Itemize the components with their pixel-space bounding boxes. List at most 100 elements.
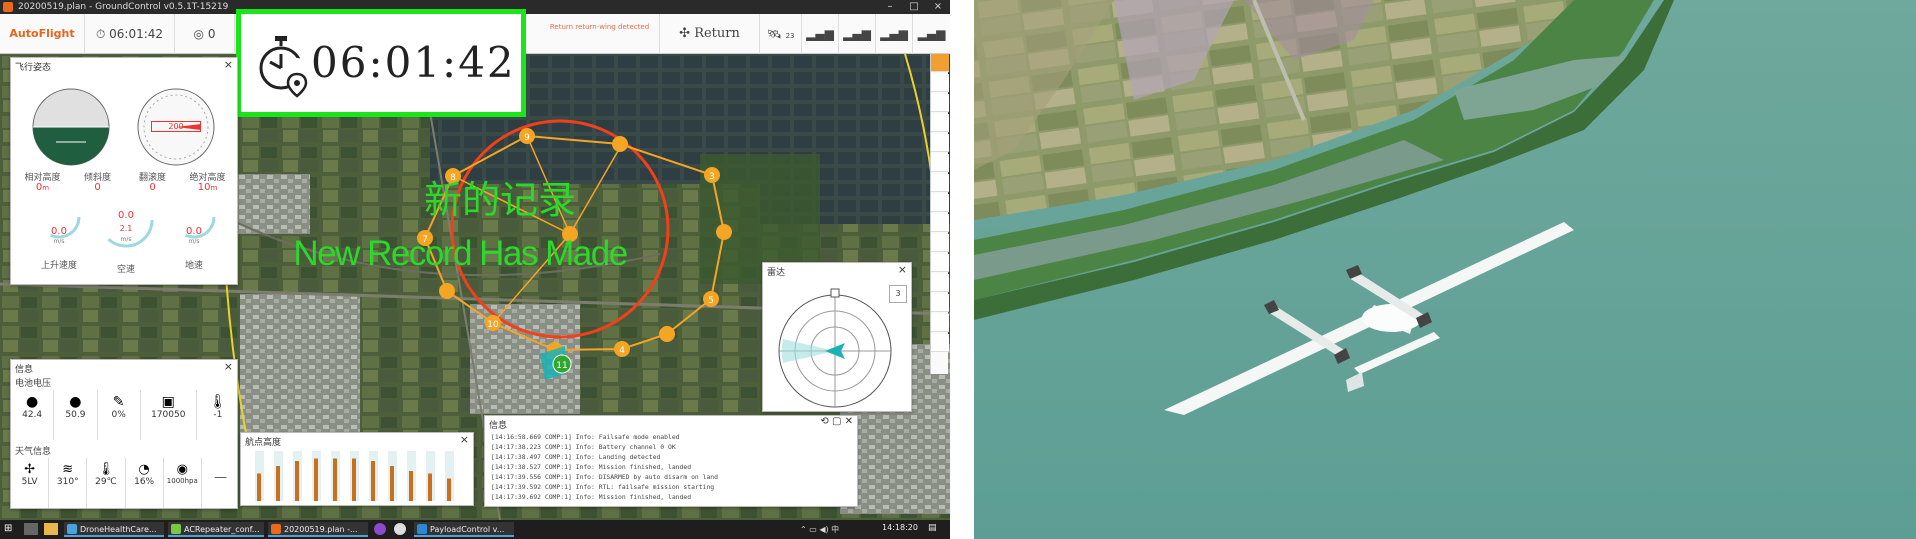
radar-panel: 雷达 × 3	[762, 262, 912, 412]
new-record-chinese: 新的记录	[423, 178, 576, 222]
waypoint-label: 11	[556, 361, 567, 371]
takeoff-button[interactable]	[931, 134, 949, 152]
status-warning[interactable]: Return return-wing detected	[540, 14, 660, 54]
land-button[interactable]	[931, 154, 949, 172]
play-button[interactable]	[931, 174, 949, 192]
signal-icon: ▂▄▆	[843, 27, 871, 41]
altitude-bar	[295, 461, 299, 501]
log-panel-controls[interactable]: ⟲ ▢ ✕	[820, 416, 853, 427]
waypoint-label: 3	[709, 172, 715, 182]
app-icon-purple[interactable]	[374, 523, 386, 535]
roll-value: 0	[149, 182, 156, 193]
taskbar-item-acrepeater[interactable]: ACRepeater_conf...	[168, 522, 264, 537]
warning-button[interactable]	[931, 274, 949, 292]
groundspeed-unit: m/s	[188, 238, 200, 245]
split-divider	[950, 0, 974, 539]
toolbar-timer[interactable]: ⏱ 06:01:42	[85, 14, 175, 54]
maximize-button[interactable]: □	[902, 0, 926, 14]
climb-rate-label: 上升速度	[40, 261, 77, 271]
droplet-icon: ◔	[138, 462, 150, 477]
gauge-icon: ◉	[176, 462, 188, 477]
search-icon[interactable]	[24, 523, 38, 535]
altitude-bar	[257, 473, 261, 501]
info-panel-close-button[interactable]: ×	[224, 360, 233, 373]
altitude-bar	[314, 458, 318, 501]
gps-status[interactable]: 🛰 23	[760, 14, 802, 54]
return-label: Return	[694, 26, 740, 41]
radar-scale-value[interactable]: 3	[889, 285, 907, 303]
zoom-out-button[interactable]	[931, 214, 949, 232]
thermometer-icon: 🌡	[97, 462, 115, 477]
tray-icons[interactable]: ⌃ ▭ ◀) 中	[800, 524, 860, 536]
app-icon	[3, 2, 13, 12]
clear-button[interactable]	[931, 254, 949, 272]
humidity-cell: ◔ 16%	[126, 458, 164, 508]
lock-button[interactable]	[931, 114, 949, 132]
taskbar-item-dronehealthcare[interactable]: DroneHealthCare...	[64, 522, 164, 537]
satellite-icon: 🛰	[766, 27, 782, 41]
log-panel-title: 信息	[489, 421, 508, 431]
attitude-panel-close-button[interactable]: ×	[224, 58, 233, 71]
fan-icon: ✢	[24, 462, 36, 477]
zoom-in-button[interactable]	[931, 194, 949, 212]
power-icon: ●	[69, 394, 82, 410]
bolt-icon: ●	[26, 394, 39, 410]
return-button[interactable]: ✣ Return	[660, 14, 760, 54]
home-button[interactable]	[931, 314, 949, 332]
center-button[interactable]	[931, 234, 949, 252]
user-button[interactable]	[931, 294, 949, 312]
climb-rate-value: 0.0	[51, 226, 67, 237]
log-line: [14:17:39.556 COMP:1] Info: DISARMED by …	[491, 473, 719, 481]
layers-button[interactable]	[931, 74, 949, 92]
signal-strength-4[interactable]: ▂▄▆	[913, 14, 950, 54]
close-window-button[interactable]: ×	[926, 0, 950, 14]
battery-section-label: 电池电压	[15, 379, 52, 389]
signal-strength-2[interactable]: ▂▄▆	[839, 14, 876, 54]
start-button[interactable]: ⊞	[4, 523, 16, 535]
app-icon-white[interactable]	[394, 523, 406, 535]
absolute-altitude-value: 10m	[197, 182, 218, 193]
weather-section-label: 天气信息	[15, 447, 52, 457]
pressure-cell: ◉ 1000hpa	[164, 458, 202, 508]
log-line: [14:17:38.527 COMP:1] Info: Mission fini…	[491, 463, 692, 471]
new-record-english: New Record Has Made	[293, 234, 628, 273]
signal-strength-1[interactable]: ▂▄▆	[802, 14, 839, 54]
wind-level-cell: ✢ 5LV	[11, 458, 50, 508]
plan-button[interactable]	[931, 94, 949, 112]
airspeed-value: 0.0	[118, 210, 134, 221]
minimize-button[interactable]: –	[878, 0, 902, 14]
airspeed-unit: m/s	[120, 236, 132, 243]
folder-icon[interactable]	[44, 523, 58, 535]
window-title: 20200519.plan - GroundControl v0.5.1T-15…	[18, 2, 229, 12]
signal-strength-3[interactable]: ▂▄▆	[876, 14, 913, 54]
settings-button[interactable]	[931, 334, 949, 352]
taskbar-clock: 14:18:20	[882, 523, 918, 532]
extra-cell: —	[213, 470, 227, 485]
battery-row: ● 42.4 ● 50.9 ✎ 0% ▣ 170050 🌡 -1	[11, 390, 239, 440]
power-cell: ● 50.9	[54, 390, 98, 440]
right-side-toolbar	[930, 54, 949, 374]
notification-icon[interactable]: ▤	[928, 523, 942, 535]
log-line: [14:17:39.692 COMP:1] Info: Mission fini…	[491, 493, 692, 501]
altitude-bar	[447, 478, 451, 501]
log-panel: 信息 ⟲ ▢ ✕ [14:16:58.669 COMP:1] Info: Fai…	[484, 415, 858, 507]
log-lines: [14:16:58.669 COMP:1] Info: Failsafe mod…	[491, 432, 851, 502]
climb-rate-unit: m/s	[53, 238, 65, 245]
taskbar-item-payloadcontrol[interactable]: PayloadControl v...	[414, 522, 514, 537]
info-panel: 信息 × 电池电压 ● 42.4 ● 50.9 ✎ 0% ▣ 170050 🌡 -1 天气…	[10, 359, 238, 509]
satellite-count: 23	[785, 32, 795, 40]
toolbar-count[interactable]: ◎ 0	[175, 14, 235, 54]
waypoint-label: 10	[487, 320, 499, 330]
orange-action-button[interactable]	[931, 54, 949, 72]
log-line: [14:17:38.497 COMP:1] Info: Landing dete…	[491, 453, 661, 461]
groundspeed-label: 地速	[184, 261, 203, 271]
altitude-chart-close-button[interactable]: ×	[460, 433, 469, 446]
signal-icon: ▂▄▆	[806, 27, 834, 41]
drone-icon: ✣	[679, 26, 691, 41]
groundspeed-value: 0.0	[186, 226, 202, 237]
wind-direction-cell: ≋ 310°	[49, 458, 88, 508]
altitude-bar	[390, 466, 394, 501]
taskbar-item-groundcontrol[interactable]: 20200519.plan -...	[268, 522, 368, 537]
altitude-bar	[352, 458, 356, 501]
stopwatch-pin-icon	[259, 36, 308, 98]
